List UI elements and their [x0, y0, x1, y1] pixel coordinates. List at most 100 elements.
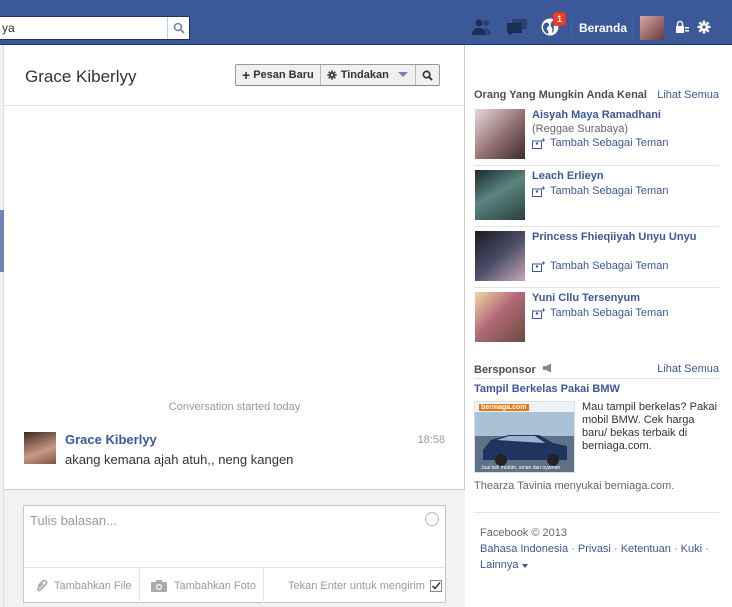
- divider: [571, 17, 572, 39]
- suggestion-name[interactable]: Princess Fhieqiiyah Unyu Unyu: [532, 231, 712, 244]
- right-column: Orang Yang Mungkin Anda Kenal Lihat Semu…: [466, 45, 732, 607]
- footer-links: Bahasa Indonesia · Privasi · Ketentuan ·…: [480, 541, 720, 573]
- emoticon-icon[interactable]: [425, 512, 439, 526]
- separator: ·: [705, 543, 709, 555]
- add-photo-button[interactable]: Tambahkan Foto: [140, 568, 264, 603]
- checkbox-checked-icon[interactable]: [429, 579, 442, 592]
- gear-icon: [327, 70, 337, 80]
- camera-icon: [151, 579, 167, 592]
- ad-title[interactable]: Tampil Berkelas Pakai BMW: [474, 383, 620, 395]
- reply-area: Tambahkan File Tambahkan Foto Tekan Ente…: [4, 489, 465, 607]
- suggestion-subtitle: (Reggae Surabaya): [532, 123, 629, 135]
- search-button[interactable]: [167, 17, 189, 39]
- add-friend-button[interactable]: Tambah Sebagai Teman: [532, 185, 668, 197]
- add-friend-button[interactable]: Tambah Sebagai Teman: [532, 137, 668, 149]
- add-friend-label: Tambah Sebagai Teman: [550, 185, 669, 197]
- add-friend-icon: [532, 186, 545, 197]
- divider: [474, 512, 719, 513]
- actions-label: Tindakan: [340, 69, 389, 81]
- car-image: [475, 412, 574, 472]
- messages-button[interactable]: [505, 17, 529, 37]
- enter-to-send-option[interactable]: Tekan Enter untuk mengirim: [264, 568, 445, 603]
- sponsored-header: Bersponsor Lihat Semua: [474, 363, 719, 376]
- paperclip-icon: [36, 579, 48, 591]
- add-photo-label: Tambahkan Foto: [174, 579, 256, 592]
- avatar[interactable]: [475, 231, 525, 281]
- home-link[interactable]: Beranda: [579, 21, 627, 35]
- new-message-label: Pesan Baru: [253, 69, 314, 81]
- see-all-link[interactable]: Lihat Semua: [657, 89, 719, 101]
- sponsored-title: Bersponsor: [474, 364, 536, 376]
- footer-link-language[interactable]: Bahasa Indonesia: [480, 543, 568, 555]
- message-sender[interactable]: Grace Kiberlyy: [65, 432, 157, 447]
- section-title: Orang Yang Mungkin Anda Kenal: [474, 89, 647, 101]
- enter-to-send-label: Tekan Enter untuk mengirim: [288, 579, 425, 592]
- chevron-down-icon: [397, 72, 408, 77]
- friends-icon: [472, 19, 491, 35]
- reply-input[interactable]: [24, 506, 445, 566]
- top-bar: 1 Beranda: [0, 0, 732, 45]
- add-friend-label: Tambah Sebagai Teman: [550, 260, 669, 272]
- avatar[interactable]: [24, 432, 56, 464]
- conversation-panel: Grace Kiberlyy + Pesan Baru Tindakan Con…: [4, 45, 465, 607]
- reply-toolbar: Tambahkan File Tambahkan Foto Tekan Ente…: [24, 567, 445, 603]
- people-you-may-know-header: Orang Yang Mungkin Anda Kenal Lihat Semu…: [474, 89, 719, 101]
- message-list: Conversation started today Grace Kiberly…: [4, 106, 465, 489]
- lock-icon: [676, 20, 689, 33]
- chevron-down-icon: [521, 564, 528, 568]
- see-all-link[interactable]: Lihat Semua: [657, 363, 719, 376]
- add-friend-icon: [532, 261, 545, 272]
- notifications-button[interactable]: 1: [538, 12, 566, 37]
- add-friend-label: Tambah Sebagai Teman: [550, 307, 669, 319]
- suggestion-name[interactable]: Leach Erlieyn: [532, 170, 712, 183]
- add-friend-label: Tambah Sebagai Teman: [550, 137, 669, 149]
- ad-image[interactable]: berniaga.com Jual beli mudah, aman dan n…: [474, 401, 575, 473]
- divider: [474, 378, 719, 379]
- conversation-header: Grace Kiberlyy + Pesan Baru Tindakan: [4, 45, 465, 106]
- add-friend-button[interactable]: Tambah Sebagai Teman: [532, 307, 668, 319]
- settings-button[interactable]: [692, 17, 716, 37]
- ad-social-context: Thearza Tavinia menyukai berniaga.com.: [474, 480, 675, 492]
- gear-icon: [697, 20, 711, 34]
- new-message-button[interactable]: + Pesan Baru: [236, 65, 321, 85]
- add-file-button[interactable]: Tambahkan File: [24, 568, 140, 603]
- actions-dropdown[interactable]: Tindakan: [321, 65, 416, 85]
- reply-box: Tambahkan File Tambahkan Foto Tekan Ente…: [23, 505, 446, 603]
- megaphone-icon: [542, 363, 551, 373]
- separator: ·: [613, 543, 621, 555]
- friend-requests-button[interactable]: [470, 17, 494, 37]
- suggestion-item: Leach Erlieyn Tambah Sebagai Teman: [474, 166, 719, 227]
- search-conversation-button[interactable]: [416, 65, 439, 85]
- page-footer: Facebook © 2013 Bahasa Indonesia · Priva…: [480, 525, 720, 573]
- add-file-label: Tambahkan File: [54, 579, 132, 592]
- copyright: Facebook © 2013: [480, 527, 567, 539]
- footer-link-terms[interactable]: Ketentuan: [621, 543, 671, 555]
- footer-link-cookies[interactable]: Kuki: [681, 543, 702, 555]
- profile-avatar[interactable]: [640, 16, 664, 40]
- add-friend-button[interactable]: Tambah Sebagai Teman: [532, 260, 668, 272]
- avatar[interactable]: [475, 292, 525, 342]
- search-icon: [422, 70, 433, 81]
- divider: [633, 17, 634, 39]
- suggestion-name[interactable]: Aisyah Maya Ramadhani: [532, 109, 712, 122]
- avatar[interactable]: [475, 170, 525, 220]
- conversation-title: Grace Kiberlyy: [25, 67, 137, 86]
- suggestion-name[interactable]: Yuni Cllu Tersenyum: [532, 292, 712, 305]
- footer-link-privacy[interactable]: Privasi: [578, 543, 611, 555]
- search-box: [0, 16, 190, 40]
- conversation-started-label: Conversation started today: [168, 401, 301, 413]
- footer-link-more[interactable]: Lainnya: [480, 559, 519, 571]
- search-icon: [173, 22, 185, 34]
- privacy-shortcuts-button[interactable]: [670, 17, 694, 37]
- separator: ·: [673, 543, 681, 555]
- add-friend-icon: [532, 138, 545, 149]
- plus-icon: +: [242, 67, 251, 83]
- ad-body: Mau tampil berkelas? Pakai mobil BMW. Ce…: [582, 401, 718, 452]
- separator: ·: [571, 543, 578, 555]
- message-text: akang kemana ajah atuh,, neng kangen: [65, 452, 294, 467]
- avatar[interactable]: [475, 109, 525, 159]
- suggestion-item: Aisyah Maya Ramadhani (Reggae Surabaya) …: [474, 105, 719, 166]
- messages-icon: [507, 19, 527, 36]
- search-input[interactable]: [0, 18, 167, 38]
- message-timestamp: 18:58: [417, 434, 445, 446]
